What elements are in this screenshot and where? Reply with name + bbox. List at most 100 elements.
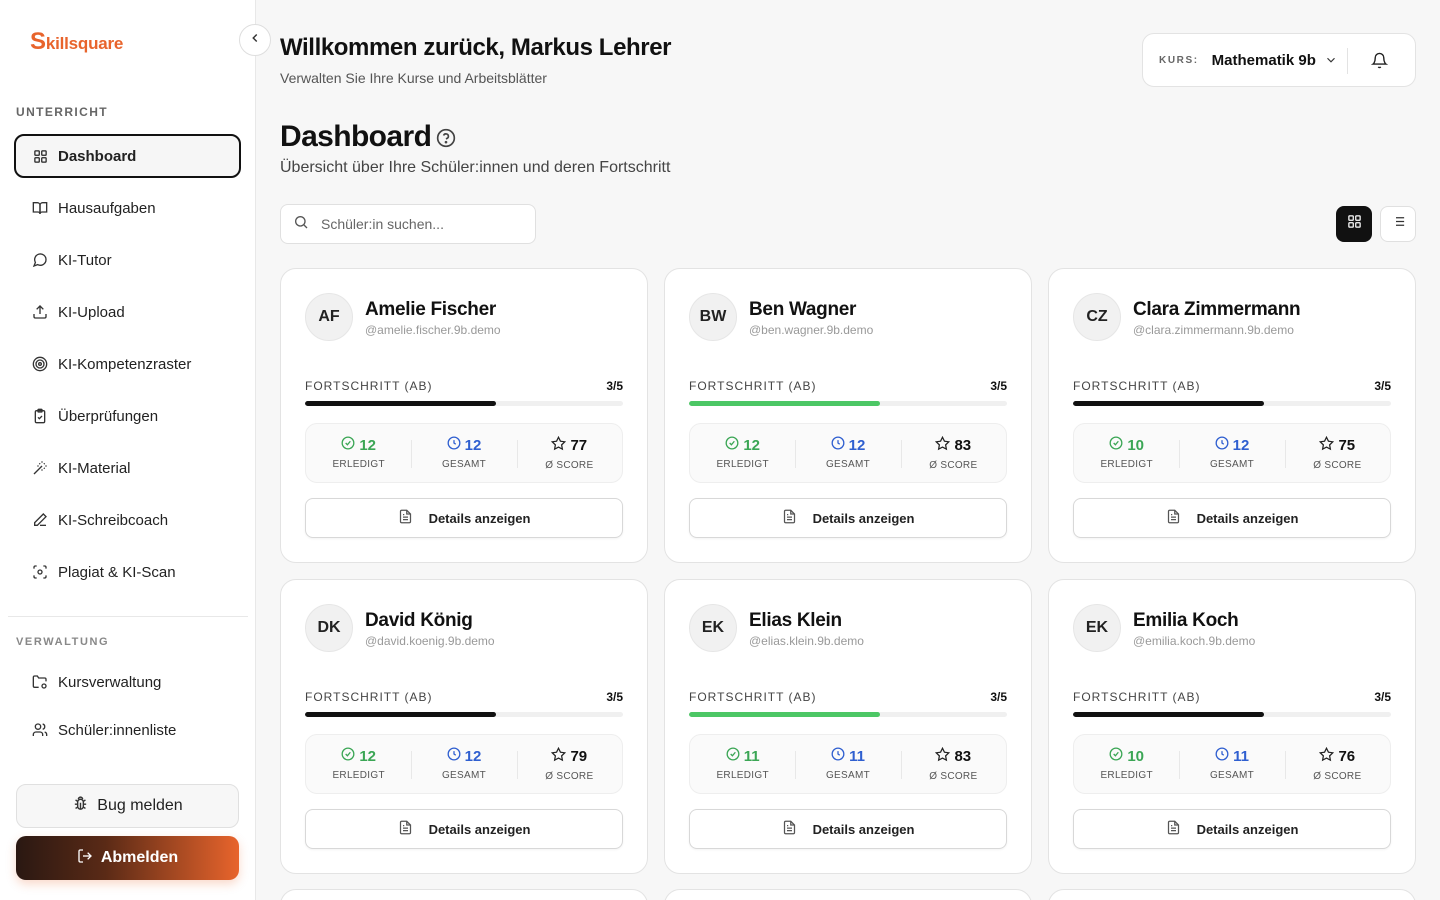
student-handle: @david.koenig.9b.demo: [365, 634, 495, 648]
progress-value: 3/5: [606, 690, 623, 704]
sidebar-item-label: KI-Kompetenzraster: [58, 355, 192, 373]
layout-grid-icon: [32, 148, 48, 164]
scan-face-icon: [32, 564, 48, 580]
skillsquare-logo[interactable]: Skillsquare: [30, 28, 123, 56]
progress-bar-fill: [305, 712, 496, 717]
file-text-icon: [398, 509, 413, 527]
sidebar-item-ki-material[interactable]: KI-Material: [16, 447, 240, 489]
sidebar-item-label: Dashboard: [58, 147, 137, 165]
layout-grid-icon: [1347, 214, 1362, 234]
details-button[interactable]: Details anzeigen: [689, 498, 1007, 538]
logo-text: killsquare: [45, 34, 124, 53]
done-count: 12: [743, 436, 760, 454]
sidebar-item-label: Schüler:innenliste: [58, 721, 177, 739]
done-count: 11: [743, 747, 760, 765]
progress-label: FORTSCHRITT (AB): [1073, 690, 1201, 704]
student-card: DK David König @david.koenig.9b.demo FOR…: [280, 579, 648, 874]
sidebar-item-hausaufgaben[interactable]: Hausaufgaben: [16, 187, 240, 229]
search-icon: [293, 214, 309, 235]
sidebar-item-label: KI-Material: [58, 459, 131, 477]
logout-icon: [77, 848, 93, 869]
file-text-icon: [398, 820, 413, 838]
stats-panel: 12 ERLEDIGT 12 GESAMT 77 Ø SCORE: [305, 423, 623, 483]
total-label: GESAMT: [441, 459, 486, 470]
list-view-toggle[interactable]: [1380, 206, 1416, 242]
check-circle-icon: [725, 436, 739, 454]
progress-bar: [689, 712, 1007, 717]
sidebar-item-schuelerinnenliste[interactable]: Schüler:innenliste: [16, 709, 240, 751]
users-icon: [32, 722, 48, 738]
check-circle-icon: [726, 747, 740, 765]
sidebar-item-ueberpruefungen[interactable]: Überprüfungen: [16, 395, 240, 437]
star-icon: [935, 746, 951, 766]
course-select[interactable]: Mathematik 9b: [1212, 52, 1316, 69]
progress-bar: [1073, 401, 1391, 406]
progress-bar: [1073, 712, 1391, 717]
check-circle-icon: [1109, 747, 1123, 765]
student-name: Elias Klein: [749, 610, 842, 631]
help-circle-icon[interactable]: [436, 128, 456, 153]
folder-cog-icon: [32, 674, 48, 690]
bug-icon: [72, 795, 89, 817]
done-label: ERLEDIGT: [332, 770, 385, 781]
file-text-icon: [782, 820, 797, 838]
chevron-down-icon[interactable]: [1324, 53, 1338, 67]
done-label: ERLEDIGT: [332, 459, 385, 470]
avatar: BW: [689, 293, 737, 341]
star-icon: [1319, 435, 1335, 455]
sidebar-item-label: Überprüfungen: [58, 407, 159, 425]
progress-bar: [689, 401, 1007, 406]
stat-score: 83 Ø SCORE: [900, 424, 1006, 482]
stat-score: 75 Ø SCORE: [1284, 424, 1390, 482]
done-count: 10: [1127, 747, 1144, 765]
stats-panel: 12 ERLEDIGT 12 GESAMT 79 Ø SCORE: [305, 734, 623, 794]
details-button[interactable]: Details anzeigen: [305, 809, 623, 849]
details-button[interactable]: Details anzeigen: [689, 809, 1007, 849]
stat-done: 10 ERLEDIGT: [1074, 735, 1179, 793]
score-label: Ø SCORE: [545, 770, 594, 782]
clipboard-check-icon: [32, 408, 48, 424]
details-label: Details anzeigen: [428, 821, 531, 837]
course-selector-box: KURS: Mathematik 9b: [1142, 33, 1416, 87]
sidebar-item-plagiat-ki-scan[interactable]: Plagiat & KI-Scan: [16, 551, 240, 593]
sidebar-item-ki-kompetenzraster[interactable]: KI-Kompetenzraster: [16, 343, 240, 385]
student-card: AF Amelie Fischer @amelie.fischer.9b.dem…: [280, 268, 648, 563]
progress-bar-fill: [689, 401, 880, 406]
bell-icon[interactable]: [1370, 52, 1389, 74]
sidebar-item-label: KI-Upload: [58, 303, 125, 321]
stat-score: 76 Ø SCORE: [1284, 735, 1390, 793]
progress-bar: [305, 712, 623, 717]
done-label: ERLEDIGT: [1100, 770, 1153, 781]
stats-panel: 12 ERLEDIGT 12 GESAMT 83 Ø SCORE: [689, 423, 1007, 483]
file-text-icon: [1166, 509, 1181, 527]
details-button[interactable]: Details anzeigen: [305, 498, 623, 538]
sidebar-item-dashboard[interactable]: Dashboard: [14, 134, 241, 178]
progress-bar-fill: [689, 712, 880, 717]
student-name: Ben Wagner: [749, 299, 857, 320]
progress-value: 3/5: [606, 379, 623, 393]
logout-button[interactable]: Abmelden: [16, 836, 239, 880]
bug-report-button[interactable]: Bug melden: [16, 784, 239, 828]
score-value: 83: [954, 747, 972, 765]
sidebar-item-ki-schreibcoach[interactable]: KI-Schreibcoach: [16, 499, 240, 541]
progress-bar: [305, 401, 623, 406]
details-button[interactable]: Details anzeigen: [1073, 498, 1391, 538]
search-input[interactable]: [321, 216, 521, 232]
clock-icon: [1215, 436, 1229, 454]
sidebar-item-ki-tutor[interactable]: KI-Tutor: [16, 239, 240, 281]
sidebar-divider: [8, 616, 248, 617]
grid-view-toggle[interactable]: [1336, 206, 1372, 242]
collapse-sidebar-button[interactable]: [239, 24, 271, 56]
done-count: 12: [359, 747, 376, 765]
student-name: Clara Zimmermann: [1133, 299, 1301, 320]
stat-total: 12 GESAMT: [411, 735, 516, 793]
chevron-left-icon: [248, 31, 262, 50]
sidebar-item-ki-upload[interactable]: KI-Upload: [16, 291, 240, 333]
course-separator: [1347, 48, 1348, 74]
sidebar-item-kursverwaltung[interactable]: Kursverwaltung: [16, 661, 240, 703]
details-button[interactable]: Details anzeigen: [1073, 809, 1391, 849]
list-icon: [1391, 214, 1406, 234]
details-label: Details anzeigen: [1196, 821, 1299, 837]
student-card: EK Elias Klein @elias.klein.9b.demo FORT…: [664, 579, 1032, 874]
message-circle-icon: [32, 252, 48, 268]
